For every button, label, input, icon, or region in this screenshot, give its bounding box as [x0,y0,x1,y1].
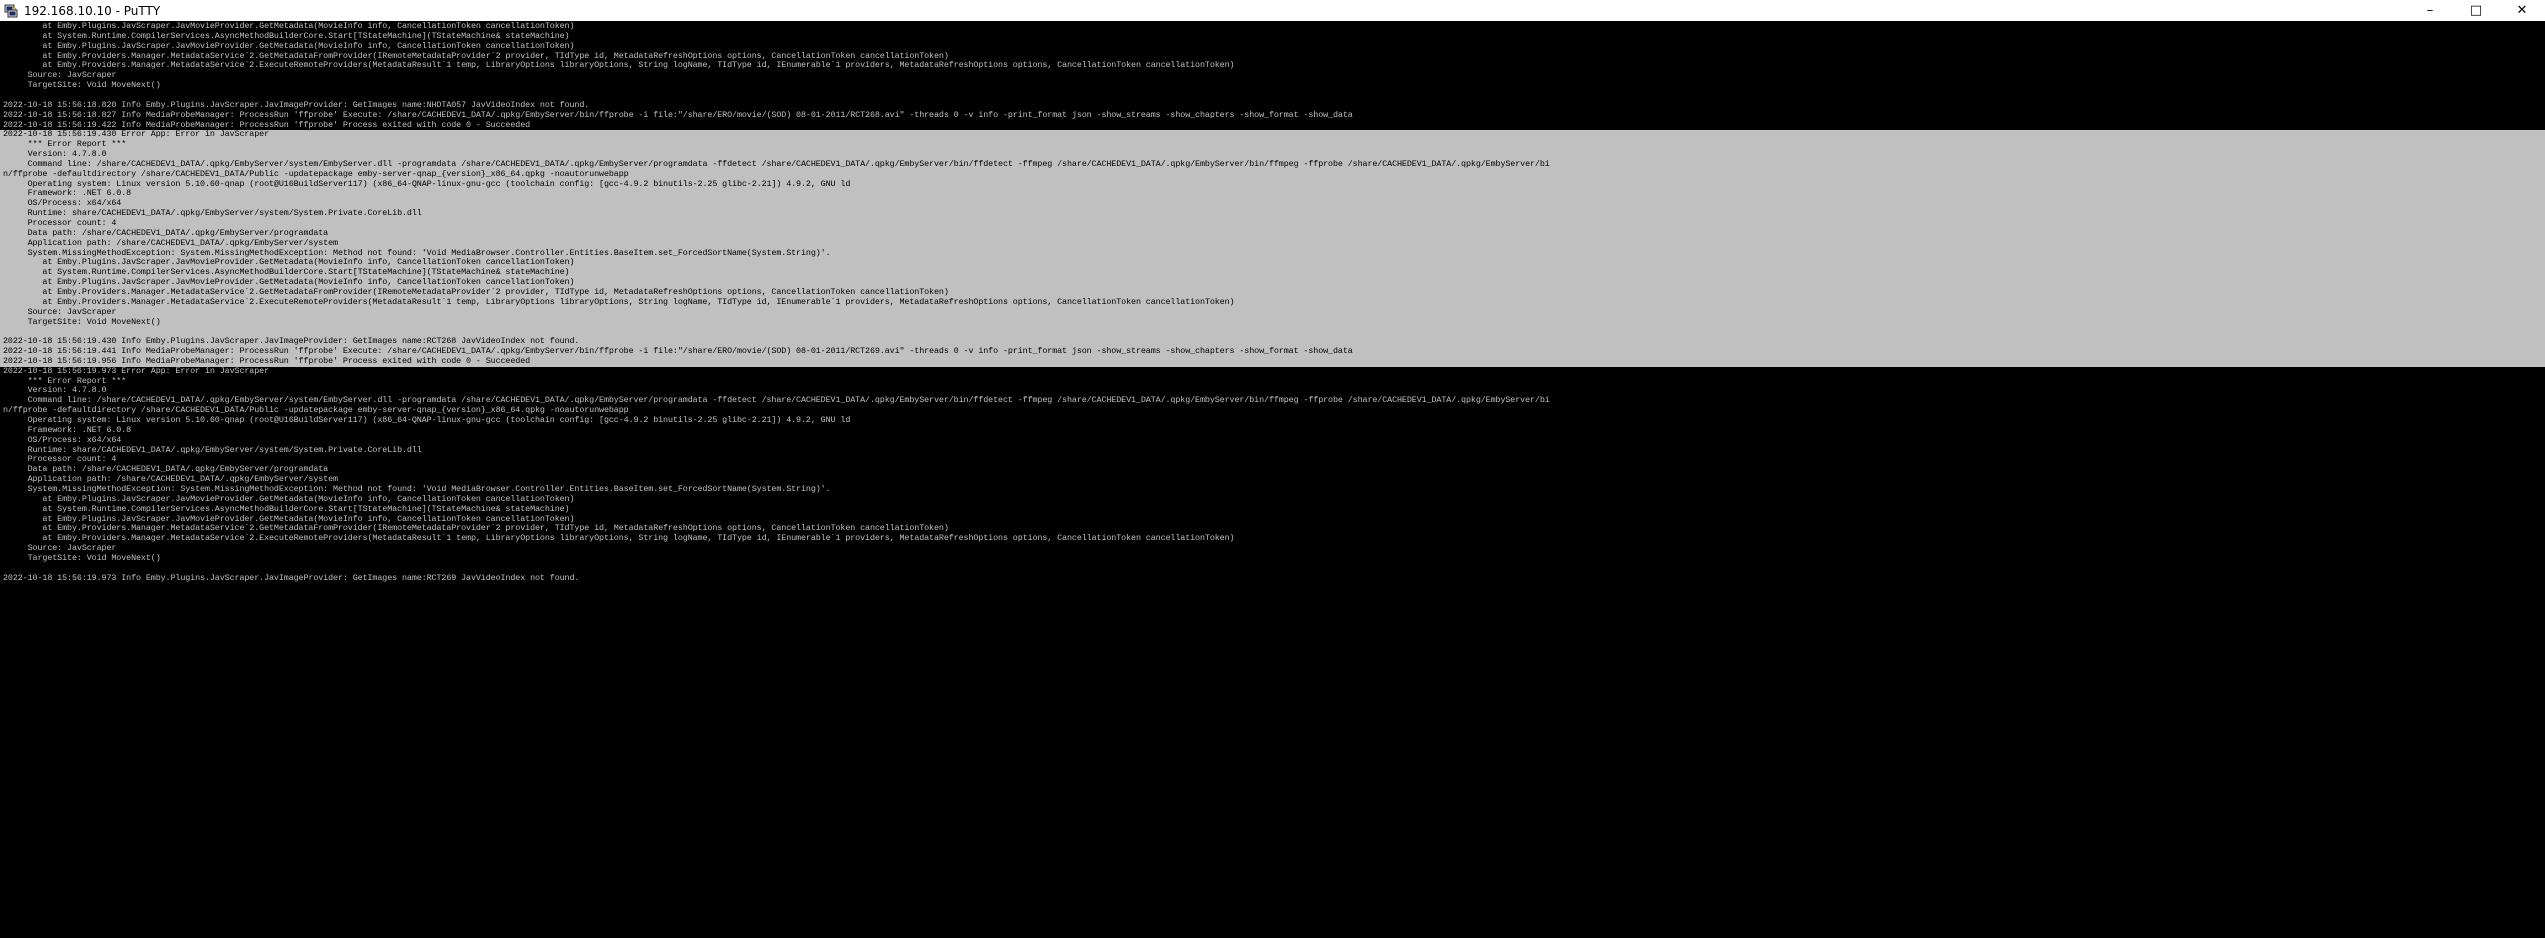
minimize-icon: – [2426,3,2434,18]
terminal-line: TargetSite: Void MoveNext() [3,316,161,327]
terminal-line: at Emby.Providers.Manager.MetadataServic… [3,296,1235,307]
close-icon: ✕ [2516,3,2528,18]
terminal-line: at Emby.Providers.Manager.MetadataServic… [3,60,1235,71]
maximize-icon: □ [2469,3,2483,18]
window-title: 192.168.10.10 - PuTTY [24,3,161,18]
terminal-line: TargetSite: Void MoveNext() [3,80,161,91]
terminal-line: at Emby.Providers.Manager.MetadataServic… [3,533,1235,544]
terminal-output[interactable]: at Emby.Plugins.JavScraper.JavMovieProvi… [0,21,2545,938]
minimize-button[interactable]: – [2407,0,2453,21]
window-controls: – □ ✕ [2407,0,2545,21]
maximize-button[interactable]: □ [2453,0,2499,21]
putty-icon [4,4,18,18]
terminal-line: 2022-10-18 15:56:19.973 Info Emby.Plugin… [3,572,580,583]
window-titlebar[interactable]: 192.168.10.10 - PuTTY – □ ✕ [0,0,2545,21]
close-button[interactable]: ✕ [2499,0,2545,21]
terminal-line: TargetSite: Void MoveNext() [3,552,161,563]
